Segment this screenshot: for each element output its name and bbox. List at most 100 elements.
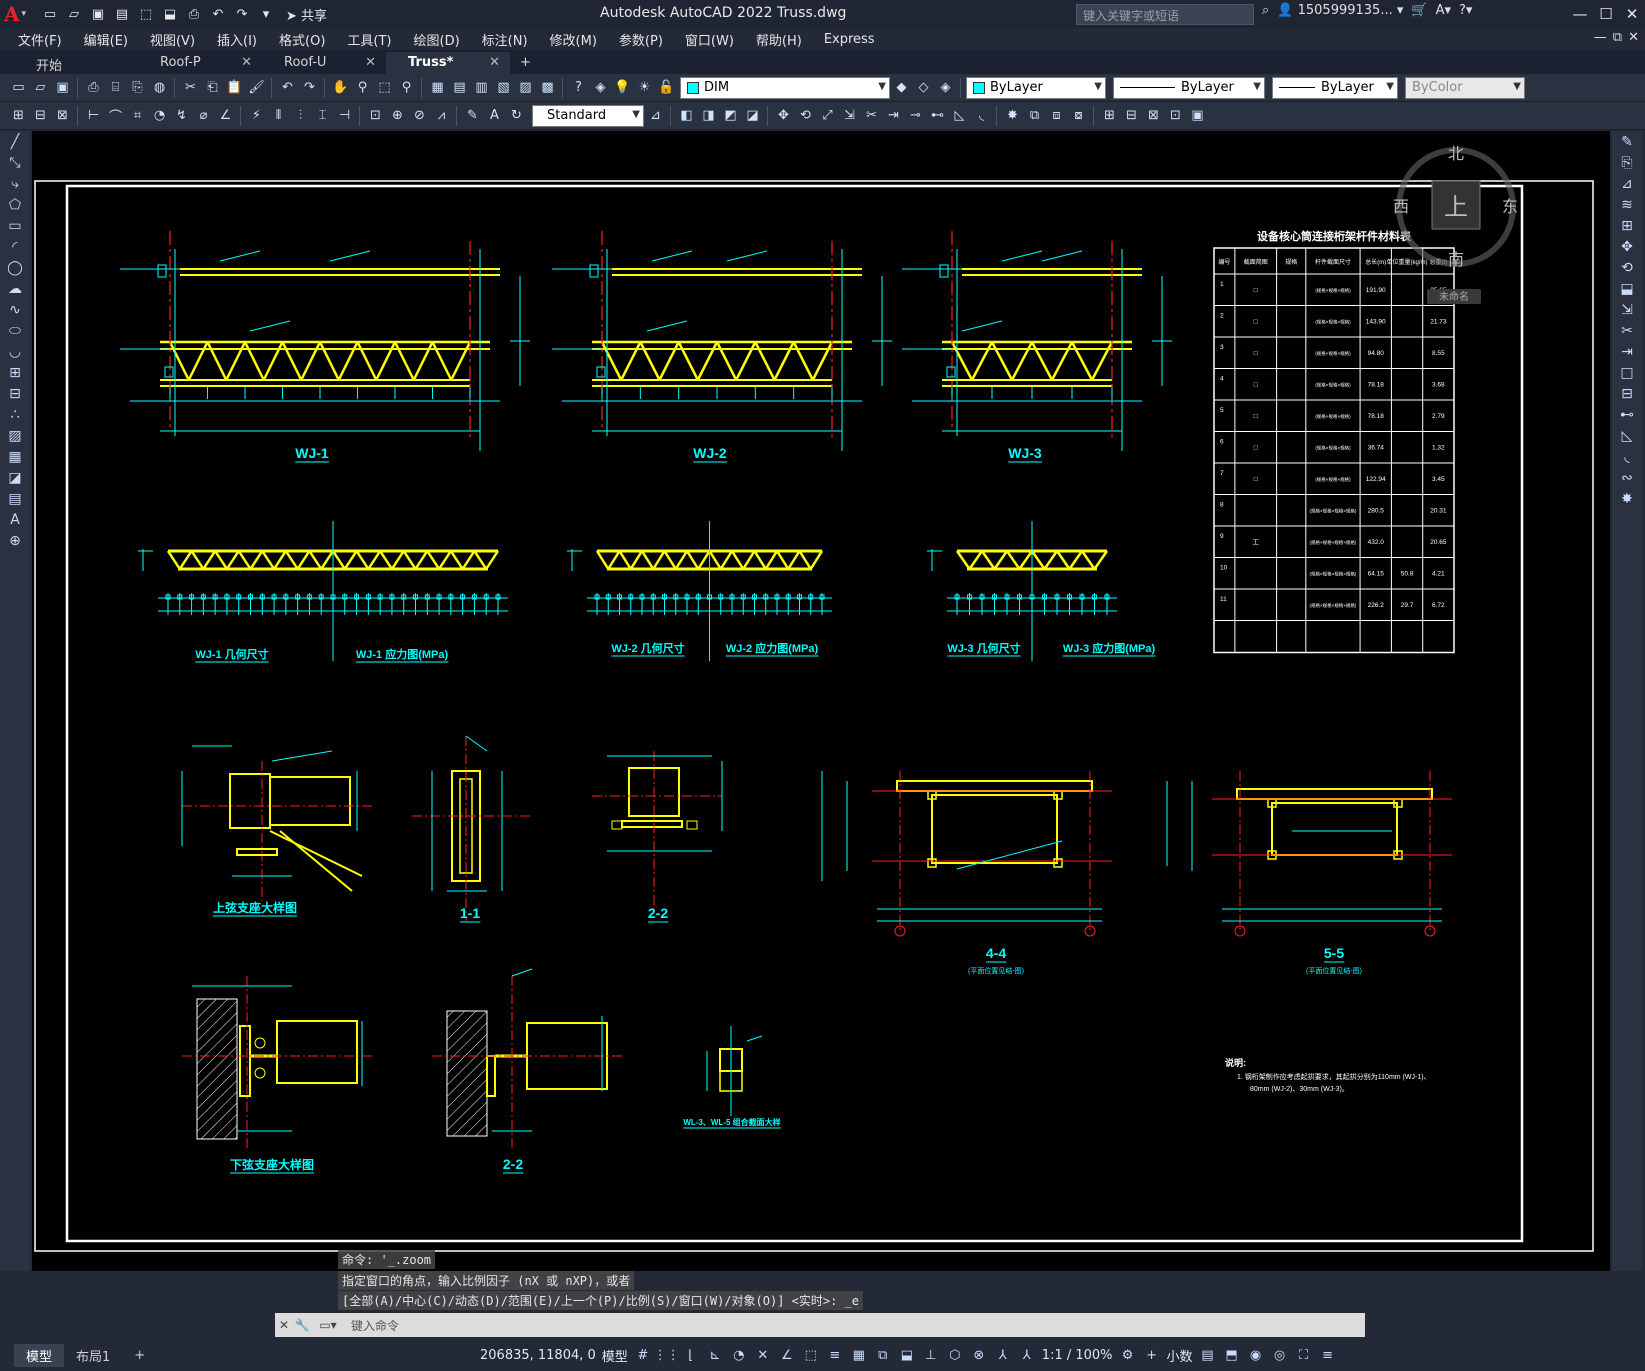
make-current-icon[interactable]: ◆ — [891, 77, 912, 99]
search-input[interactable]: 键入关键字或短语 — [1076, 4, 1254, 25]
dim-style-dropdown[interactable]: Standard ▼ — [532, 104, 644, 127]
compass-south[interactable]: 南 — [1448, 251, 1464, 269]
menu-item-4[interactable]: 格式(O) — [279, 30, 325, 49]
dim-ordinate-icon[interactable]: ⌗ — [127, 105, 148, 127]
array-icon[interactable]: ⊞ — [1612, 215, 1642, 236]
command-recent-icon[interactable]: ▭▾ — [311, 1318, 345, 1332]
autocad-logo-icon[interactable]: A ▾ — [0, 0, 30, 28]
stretch-icon[interactable]: ⇲ — [1612, 299, 1642, 320]
polygon-icon[interactable]: ⬠ — [0, 194, 30, 215]
rotate-icon[interactable]: ⟲ — [1612, 257, 1642, 278]
extend-icon[interactable]: ⇥ — [1612, 341, 1642, 362]
model-space-button[interactable]: 模型 — [602, 1346, 628, 1365]
gizmo-icon[interactable]: ⊗ — [970, 1348, 988, 1363]
save-web-icon[interactable]: ⬓ — [160, 4, 180, 24]
tab-close-icon[interactable]: ✕ — [489, 55, 500, 74]
save-as-icon[interactable]: ▤ — [112, 4, 132, 24]
modify-move-icon[interactable]: ✥ — [773, 105, 794, 127]
layer-freeze-icon[interactable]: ☀ — [634, 77, 655, 99]
file-tab-1[interactable]: Roof-P ✕ — [138, 52, 262, 74]
osnap-icon[interactable]: ⬚ — [802, 1348, 820, 1363]
modify-join-icon[interactable]: ⊷ — [927, 105, 948, 127]
image-icon[interactable]: ▣ — [1187, 105, 1208, 127]
coordinates-readout[interactable]: 206835, 11804, 0 — [480, 1348, 596, 1363]
offset-icon[interactable]: ≋ — [1612, 194, 1642, 215]
doc-minimize-icon[interactable]: — — [1594, 30, 1607, 45]
center-mark-icon[interactable]: ⊕ — [387, 105, 408, 127]
file-tab-0[interactable]: 开始 — [14, 52, 138, 74]
layer-dropdown[interactable]: DIM ▼ — [680, 76, 890, 99]
command-close-icon[interactable]: ✕ — [275, 1318, 293, 1332]
modify-trim-icon[interactable]: ✂ — [861, 105, 882, 127]
move-icon[interactable]: ✥ — [1612, 236, 1642, 257]
plot-icon[interactable]: ⎙ — [184, 4, 204, 24]
compass-north[interactable]: 北 — [1448, 145, 1464, 163]
gradient-icon[interactable]: ▦ — [0, 446, 30, 467]
add-layout-icon[interactable]: + — [122, 1346, 157, 1365]
paste-icon[interactable]: 📋 — [224, 77, 245, 99]
cut-icon[interactable]: ✂ — [180, 77, 201, 99]
zoom-previous-icon[interactable]: ⚲ — [396, 77, 417, 99]
selection-cycling-icon[interactable]: ⧉ — [874, 1348, 892, 1363]
copy-icon[interactable]: ⎗ — [202, 77, 223, 99]
modify-rotate-icon[interactable]: ⟲ — [795, 105, 816, 127]
dim-aligned-icon[interactable]: ⊟ — [30, 105, 51, 127]
modify-mirror-icon[interactable]: ◩ — [720, 105, 741, 127]
explode-icon[interactable]: ✸ — [1612, 488, 1642, 509]
chamfer-icon[interactable]: ◺ — [1612, 425, 1642, 446]
attribute-icon[interactable]: ⊠ — [1143, 105, 1164, 127]
jogged-linear-icon[interactable]: ⩘ — [431, 105, 452, 127]
layer-states-icon[interactable]: ◈ — [935, 77, 956, 99]
maximize-icon[interactable]: ☐ — [1593, 0, 1619, 28]
doc-close-icon[interactable]: ✕ — [1628, 30, 1639, 45]
tool-palettes-icon[interactable]: ▥ — [471, 77, 492, 99]
dynamic-ucs-icon[interactable]: ⊥ — [922, 1348, 940, 1363]
modify-copy-icon[interactable]: ◨ — [698, 105, 719, 127]
isolate-objects-icon[interactable]: ◉ — [1247, 1348, 1265, 1363]
dim-edit-icon[interactable]: ✎ — [462, 105, 483, 127]
cart-icon[interactable]: 🛒 — [1411, 3, 1427, 18]
mirror-icon[interactable]: ⊿ — [1612, 173, 1642, 194]
markup-icon[interactable]: ▨ — [515, 77, 536, 99]
share-button[interactable]: ➤ 共享 — [286, 5, 327, 24]
polar-icon[interactable]: ◔ — [730, 1348, 748, 1363]
menu-item-3[interactable]: 插入(I) — [217, 30, 257, 49]
revcloud-icon[interactable]: ☁ — [0, 278, 30, 299]
undo-icon[interactable]: ↶ — [277, 77, 298, 99]
drawing-svg[interactable]: 设备核心筒连接桁架杆件材料表编号 截面简图 规格 杆件截面尺寸 总长(m) 单位重量(kg… — [32, 131, 1610, 1271]
infer-icon[interactable]: ⌊ — [682, 1348, 700, 1363]
design-center-icon[interactable]: ▤ — [449, 77, 470, 99]
tab-close-icon[interactable]: ✕ — [365, 55, 376, 74]
dim-style-manager-icon[interactable]: ⊿ — [645, 105, 666, 127]
zoom-realtime-icon[interactable]: ⚲ — [352, 77, 373, 99]
color-dropdown[interactable]: ByLayer ▼ — [966, 76, 1106, 99]
layout-tab-1[interactable]: 布局1 — [64, 1344, 122, 1367]
plot-icon[interactable]: ⎙ — [83, 77, 104, 99]
layout-tab-model[interactable]: 模型 — [14, 1343, 65, 1367]
isodraft-icon[interactable]: ✕ — [754, 1348, 772, 1363]
modify-fillet-icon[interactable]: ◟ — [971, 105, 992, 127]
modify-chamfer-icon[interactable]: ◺ — [949, 105, 970, 127]
spline-icon[interactable]: ∿ — [0, 299, 30, 320]
quick-dim-icon[interactable]: ⚡ — [246, 105, 267, 127]
block-icon[interactable]: ⊟ — [0, 383, 30, 404]
ortho-icon[interactable]: ⊾ — [706, 1348, 724, 1363]
properties-icon[interactable]: ▦ — [427, 77, 448, 99]
menu-item-0[interactable]: 文件(F) — [18, 30, 62, 49]
viewcube[interactable]: 上 北 南 东 西 未命名 — [1393, 145, 1518, 304]
calculator-icon[interactable]: ▩ — [537, 77, 558, 99]
modify-scale-icon[interactable]: ⤢ — [817, 105, 838, 127]
break-icon[interactable]: ⊟ — [1612, 383, 1642, 404]
menu-item-12[interactable]: Express — [824, 32, 875, 47]
new-icon[interactable]: ▭ — [8, 77, 29, 99]
insert-block-icon[interactable]: ⊞ — [1099, 105, 1120, 127]
menu-item-10[interactable]: 窗口(W) — [685, 30, 734, 49]
save-icon[interactable]: ▣ — [88, 4, 108, 24]
xline-icon[interactable]: ⤡ — [0, 152, 30, 173]
units-dropdown[interactable]: 小数 — [1167, 1346, 1193, 1365]
modify-stretch-icon[interactable]: ⇲ — [839, 105, 860, 127]
auto-scale-icon[interactable]: ⅄ — [1018, 1348, 1036, 1363]
doc-restore-icon[interactable]: ⧉ — [1613, 30, 1622, 45]
dim-radius-icon[interactable]: ◔ — [149, 105, 170, 127]
rectangle-icon[interactable]: ▭ — [0, 215, 30, 236]
